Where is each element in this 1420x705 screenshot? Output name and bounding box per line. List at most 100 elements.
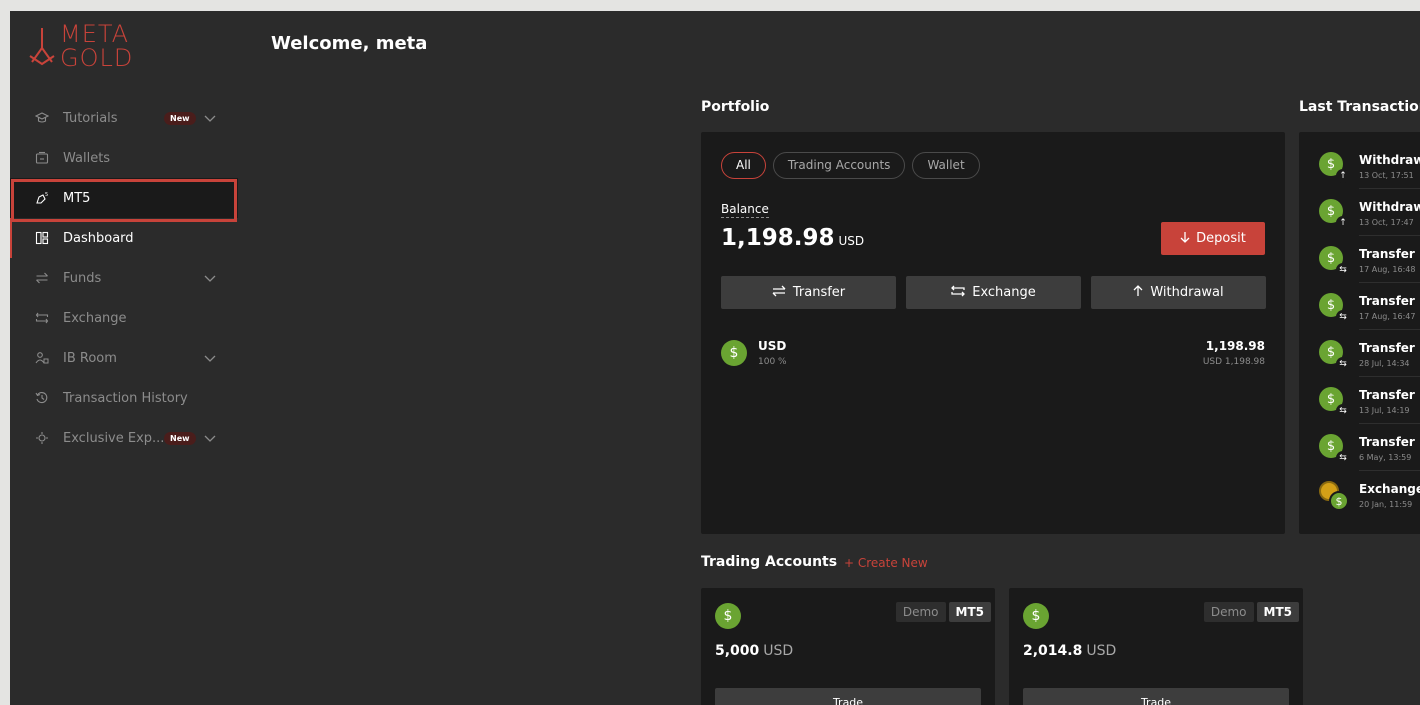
portfolio-card: All Trading Accounts Wallet Balance 1,19… — [701, 132, 1285, 534]
balance-currency: USD — [838, 234, 865, 248]
divider — [1359, 470, 1420, 471]
brand-line1: META — [60, 20, 130, 48]
new-badge: New — [164, 432, 196, 445]
brand-line2: GOLD — [60, 44, 134, 72]
account-amount: 5,000 USD — [715, 643, 793, 659]
transaction-item[interactable]: $ ⇆ Transfer 6 May, 13:59 — [1319, 434, 1420, 474]
portfolio-tabs: All Trading Accounts Wallet — [721, 152, 980, 179]
transaction-item[interactable]: $ ↑ Withdrawa 13 Oct, 17:51 — [1319, 152, 1420, 192]
sidebar-item-funds[interactable]: Funds — [10, 258, 238, 298]
transaction-date: 28 Jul, 14:34 — [1359, 359, 1410, 368]
account-currency: USD — [763, 643, 794, 659]
account-type-tag: Demo — [895, 602, 946, 622]
divider — [1359, 188, 1420, 189]
asset-percent: 100 % — [758, 357, 787, 367]
trade-button[interactable]: Trade — [715, 688, 981, 705]
logo-mark-icon — [28, 22, 56, 70]
transaction-type: Exchange — [1359, 482, 1420, 496]
exclusive-icon — [34, 430, 50, 446]
balance-label[interactable]: Balance — [721, 202, 769, 218]
trading-account-card[interactable]: $ Demo MT5 5,000 USD Trade — [701, 588, 995, 705]
transaction-item[interactable]: $ ⇆ Transfer 13 Jul, 14:19 — [1319, 387, 1420, 427]
dollar-coin-icon: $ — [1329, 491, 1349, 511]
arrow-up-icon: ↑ — [1336, 216, 1350, 230]
exchange-icon — [34, 310, 50, 326]
dollar-coin-icon: $ — [715, 603, 741, 629]
transaction-date: 13 Oct, 17:47 — [1359, 218, 1414, 227]
dollar-coin-icon: $ — [1023, 603, 1049, 629]
asset-row[interactable]: $ USD 100 % 1,198.98 USD 1,198.98 — [721, 339, 1265, 369]
arrow-up-icon — [1133, 284, 1143, 301]
sidebar-item-label: Dashboard — [63, 230, 134, 246]
portfolio-title: Portfolio — [701, 99, 770, 115]
chevron-down-icon[interactable] — [203, 351, 217, 365]
transaction-type: Transfer — [1359, 294, 1415, 308]
trading-account-card[interactable]: $ Demo MT5 2,014.8 USD Trade — [1009, 588, 1303, 705]
account-tags: Demo MT5 — [1203, 602, 1299, 622]
divider — [1359, 423, 1420, 424]
tab-wallet[interactable]: Wallet — [912, 152, 980, 179]
account-amount: 2,014.8 USD — [1023, 643, 1116, 659]
transaction-item[interactable]: $ ⇆ Transfer 17 Aug, 16:47 — [1319, 293, 1420, 333]
sidebar-item-tutorials[interactable]: Tutorials New — [10, 98, 238, 138]
app-window: META GOLD Tutorials New Wallets 5 MT5 Da… — [10, 11, 1420, 705]
dollar-coin-icon: $ — [721, 340, 747, 366]
chevron-down-icon[interactable] — [203, 111, 217, 125]
sidebar-item-exclusive[interactable]: Exclusive Exp... New — [10, 418, 238, 458]
account-currency: USD — [1086, 643, 1117, 659]
sidebar-item-mt5[interactable]: 5 MT5 — [10, 178, 238, 218]
svg-text:5: 5 — [45, 192, 48, 198]
transaction-date: 20 Jan, 11:59 — [1359, 500, 1413, 509]
create-new-link[interactable]: + Create New — [844, 556, 928, 570]
withdrawal-button[interactable]: Withdrawal — [1091, 276, 1266, 309]
transfer-icon — [772, 285, 786, 301]
arrow-down-icon — [1180, 231, 1190, 247]
transfer-icon: ⇆ — [1336, 404, 1350, 418]
sidebar-item-transaction-history[interactable]: Transaction History — [10, 378, 238, 418]
transaction-item[interactable]: $ ↑ Withdrawa 13 Oct, 17:47 — [1319, 199, 1420, 239]
deposit-label: Deposit — [1196, 231, 1246, 246]
account-amount-value: 2,014.8 — [1023, 643, 1083, 659]
exchange-button[interactable]: Exchange — [906, 276, 1081, 309]
sidebar-item-dashboard[interactable]: Dashboard — [10, 218, 238, 258]
withdrawal-label: Withdrawal — [1150, 285, 1224, 300]
transfer-icon: ⇆ — [1336, 357, 1350, 371]
tab-trading-accounts[interactable]: Trading Accounts — [772, 152, 906, 179]
tab-all[interactable]: All — [721, 152, 766, 179]
sidebar-item-label: Tutorials — [63, 110, 118, 126]
sidebar-item-label: Wallets — [63, 150, 111, 166]
deposit-button[interactable]: Deposit — [1161, 222, 1265, 255]
transaction-type: Transfer — [1359, 388, 1415, 402]
transaction-date: 17 Aug, 16:47 — [1359, 312, 1416, 321]
transaction-date: 6 May, 13:59 — [1359, 453, 1412, 462]
transfer-button[interactable]: Transfer — [721, 276, 896, 309]
transactions-panel: $ ↑ Withdrawa 13 Oct, 17:51 $ ↑ Withdraw… — [1299, 132, 1420, 534]
trading-accounts-title: Trading Accounts — [701, 554, 838, 570]
platform-tag: MT5 — [1256, 602, 1299, 622]
page-title: Welcome, meta — [271, 33, 428, 54]
sidebar-item-label: Exchange — [63, 310, 127, 326]
asset-name: USD — [758, 339, 787, 353]
chevron-down-icon[interactable] — [203, 431, 217, 445]
new-badge: New — [164, 112, 196, 125]
exchange-label: Exchange — [972, 285, 1036, 300]
chevron-down-icon[interactable] — [203, 271, 217, 285]
sidebar-item-wallets[interactable]: Wallets — [10, 138, 238, 178]
portfolio-actions: Transfer Exchange Withdrawal — [721, 276, 1266, 309]
exchange-icon — [951, 285, 966, 301]
brand-logo[interactable]: META GOLD — [28, 21, 148, 71]
transaction-date: 13 Jul, 14:19 — [1359, 406, 1410, 415]
divider — [1359, 329, 1420, 330]
transactions-title: Last Transaction — [1299, 99, 1420, 115]
transaction-item[interactable]: $ ⇆ Transfer 28 Jul, 14:34 — [1319, 340, 1420, 380]
transaction-type: Withdrawa — [1359, 200, 1420, 214]
transfer-label: Transfer — [792, 285, 846, 300]
mt5-icon: 5 — [34, 190, 50, 206]
transaction-item[interactable]: $ ⇆ Transfer 17 Aug, 16:48 — [1319, 246, 1420, 286]
platform-tag: MT5 — [948, 602, 991, 622]
trade-button[interactable]: Trade — [1023, 688, 1289, 705]
history-icon — [34, 390, 50, 406]
sidebar-item-exchange[interactable]: Exchange — [10, 298, 238, 338]
transaction-item[interactable]: $ Exchange 20 Jan, 11:59 — [1319, 481, 1420, 521]
sidebar-item-ib-room[interactable]: IB Room — [10, 338, 238, 378]
